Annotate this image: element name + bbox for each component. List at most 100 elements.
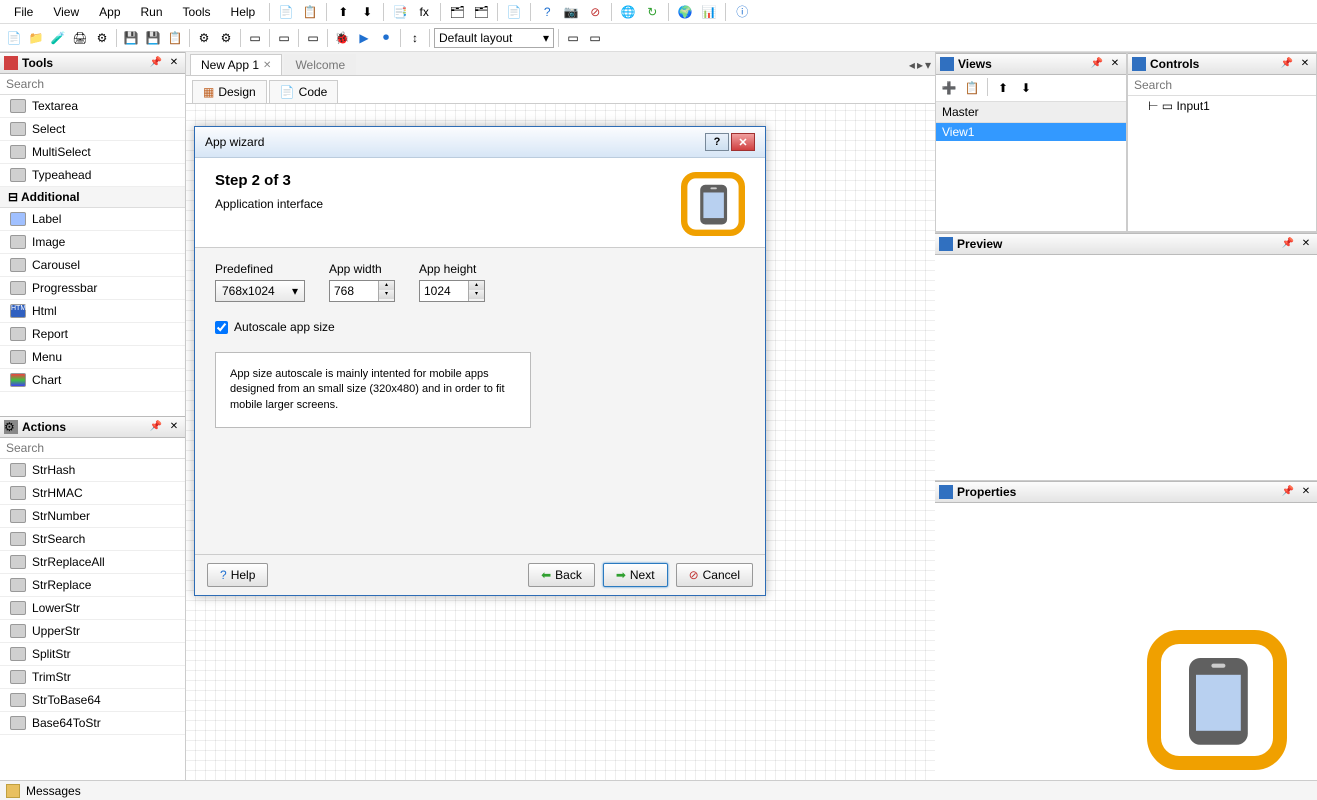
- action-item[interactable]: StrHMAC: [0, 482, 185, 505]
- tb2-icon-1[interactable]: 📄: [4, 28, 24, 48]
- back-button[interactable]: ⬅Back: [528, 563, 595, 587]
- toolbar-icon-7[interactable]: 🌍: [675, 2, 695, 22]
- close-icon[interactable]: ✕: [1108, 57, 1122, 71]
- tool-select[interactable]: Select: [0, 118, 185, 141]
- pin-icon[interactable]: 📌: [1281, 485, 1295, 499]
- controls-search-input[interactable]: [1128, 75, 1316, 95]
- action-item[interactable]: TrimStr: [0, 666, 185, 689]
- tb2-gear-icon[interactable]: ⚙: [92, 28, 112, 48]
- menu-file[interactable]: File: [6, 3, 41, 21]
- dialog-close-icon[interactable]: ✕: [731, 133, 755, 151]
- toolbar-arrow-down-icon[interactable]: ⬇: [357, 2, 377, 22]
- tool-chart[interactable]: Chart: [0, 369, 185, 392]
- pin-icon[interactable]: 📌: [1281, 237, 1295, 251]
- tb2-record-icon[interactable]: ⏺: [376, 28, 396, 48]
- toolbar-info-icon[interactable]: ⓘ: [732, 2, 752, 22]
- actions-search-input[interactable]: [0, 438, 185, 458]
- action-item[interactable]: UpperStr: [0, 620, 185, 643]
- tb2-icon-10[interactable]: ▭: [303, 28, 323, 48]
- tool-html[interactable]: HTMLHtml: [0, 300, 185, 323]
- tool-multiselect[interactable]: MultiSelect: [0, 141, 185, 164]
- toolbar-help-icon[interactable]: ?: [537, 2, 557, 22]
- views-master-header[interactable]: Master: [936, 102, 1126, 123]
- app-height-spinner[interactable]: ▴▾: [419, 280, 485, 302]
- predefined-combo[interactable]: 768x1024▾: [215, 280, 305, 302]
- tb2-icon-3[interactable]: 🧪: [48, 28, 68, 48]
- subtab-design[interactable]: ▦Design: [192, 80, 267, 103]
- menu-app[interactable]: App: [91, 3, 128, 21]
- toolbar-globe-icon[interactable]: 🌐: [618, 2, 638, 22]
- app-width-input[interactable]: [330, 281, 378, 301]
- toolbar-copy-icon[interactable]: 📑: [390, 2, 410, 22]
- tab-close-icon[interactable]: ✕: [263, 60, 271, 71]
- tab-nav-right-icon[interactable]: ▸: [917, 58, 923, 72]
- menu-run[interactable]: Run: [133, 3, 171, 21]
- pin-icon[interactable]: 📌: [149, 56, 163, 70]
- autoscale-checkbox[interactable]: [215, 321, 228, 334]
- tool-report[interactable]: Report: [0, 323, 185, 346]
- tb2-icon-7[interactable]: ⚙: [216, 28, 236, 48]
- action-item[interactable]: LowerStr: [0, 597, 185, 620]
- close-icon[interactable]: ✕: [167, 420, 181, 434]
- action-item[interactable]: StrReplace: [0, 574, 185, 597]
- tb2-icon-4[interactable]: 🖨: [70, 28, 90, 48]
- layout-combo[interactable]: Default layout▾: [434, 28, 554, 48]
- tab-welcome[interactable]: Welcome: [284, 54, 356, 75]
- tb2-save-icon[interactable]: 💾: [121, 28, 141, 48]
- tab-nav-left-icon[interactable]: ◂: [909, 58, 915, 72]
- tb2-icon-12[interactable]: ▭: [585, 28, 605, 48]
- toolbar-icon-3[interactable]: 🗂: [447, 2, 467, 22]
- subtab-code[interactable]: 📄Code: [269, 80, 339, 103]
- cancel-button[interactable]: ⊘Cancel: [676, 563, 753, 587]
- toolbar-icon-2[interactable]: 📋: [300, 2, 320, 22]
- app-width-spinner[interactable]: ▴▾: [329, 280, 395, 302]
- close-icon[interactable]: ✕: [1299, 485, 1313, 499]
- spin-up-icon[interactable]: ▴: [379, 281, 394, 290]
- tool-textarea[interactable]: Textarea: [0, 95, 185, 118]
- toolbar-arrow-up-icon[interactable]: ⬆: [333, 2, 353, 22]
- tb2-icon-8[interactable]: ▭: [245, 28, 265, 48]
- tool-progressbar[interactable]: Progressbar: [0, 277, 185, 300]
- controls-item[interactable]: ⊢ ▭ Input1: [1128, 96, 1316, 116]
- action-item[interactable]: StrToBase64: [0, 689, 185, 712]
- dialog-help-icon[interactable]: ?: [705, 133, 729, 151]
- views-tool-add-icon[interactable]: ➕: [939, 78, 959, 98]
- views-tool-down-icon[interactable]: ⬇: [1016, 78, 1036, 98]
- tool-image[interactable]: Image: [0, 231, 185, 254]
- messages-label[interactable]: Messages: [26, 784, 81, 798]
- tools-search-input[interactable]: [0, 74, 185, 94]
- help-button[interactable]: ?Help: [207, 563, 268, 587]
- close-icon[interactable]: ✕: [167, 56, 181, 70]
- pin-icon[interactable]: 📌: [1090, 57, 1104, 71]
- views-tool-up-icon[interactable]: ⬆: [993, 78, 1013, 98]
- close-icon[interactable]: ✕: [1299, 237, 1313, 251]
- action-item[interactable]: SplitStr: [0, 643, 185, 666]
- views-tool-copy-icon[interactable]: 📋: [962, 78, 982, 98]
- dialog-titlebar[interactable]: App wizard ? ✕: [195, 127, 765, 158]
- close-icon[interactable]: ✕: [1298, 57, 1312, 71]
- tb2-play-icon[interactable]: ▶: [354, 28, 374, 48]
- next-button[interactable]: ➡Next: [603, 563, 668, 587]
- spin-up-icon[interactable]: ▴: [469, 281, 484, 290]
- pin-icon[interactable]: 📌: [149, 420, 163, 434]
- spin-down-icon[interactable]: ▾: [469, 290, 484, 299]
- tool-typeahead[interactable]: Typeahead: [0, 164, 185, 187]
- tb2-sort-icon[interactable]: ↕: [405, 28, 425, 48]
- tb2-debug-icon[interactable]: 🐞: [332, 28, 352, 48]
- menu-view[interactable]: View: [45, 3, 87, 21]
- toolbar-stop-icon[interactable]: ⊘: [585, 2, 605, 22]
- tab-nav-menu-icon[interactable]: ▾: [925, 58, 931, 72]
- views-item-view1[interactable]: View1: [936, 123, 1126, 141]
- tool-label[interactable]: Label: [0, 208, 185, 231]
- tools-category[interactable]: ⊟ Additional: [0, 187, 185, 208]
- tb2-icon-9[interactable]: ▭: [274, 28, 294, 48]
- spin-down-icon[interactable]: ▾: [379, 290, 394, 299]
- action-item[interactable]: Base64ToStr: [0, 712, 185, 735]
- menu-help[interactable]: Help: [223, 3, 264, 21]
- tool-carousel[interactable]: Carousel: [0, 254, 185, 277]
- tb2-icon-6[interactable]: ⚙: [194, 28, 214, 48]
- toolbar-icon-1[interactable]: 📄: [276, 2, 296, 22]
- toolbar-icon-5[interactable]: 📄: [504, 2, 524, 22]
- action-item[interactable]: StrReplaceAll: [0, 551, 185, 574]
- toolbar-func-icon[interactable]: fx: [414, 2, 434, 22]
